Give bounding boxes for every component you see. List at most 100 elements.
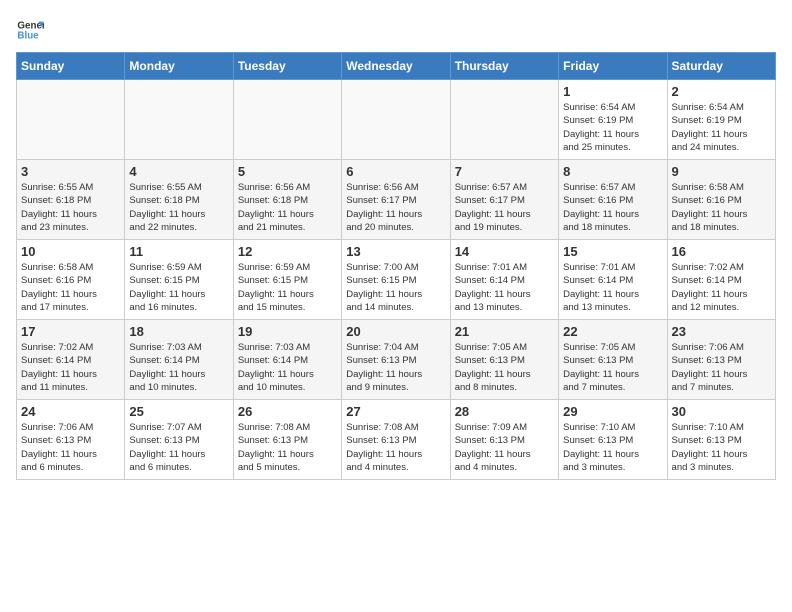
calendar-cell [233, 80, 341, 160]
day-number: 5 [238, 164, 337, 179]
day-info: Sunrise: 7:06 AM Sunset: 6:13 PM Dayligh… [21, 421, 120, 474]
day-info: Sunrise: 6:55 AM Sunset: 6:18 PM Dayligh… [129, 181, 228, 234]
calendar-week-5: 24 Sunrise: 7:06 AM Sunset: 6:13 PM Dayli… [17, 400, 776, 480]
col-header-saturday: Saturday [667, 53, 775, 80]
calendar-cell: 4 Sunrise: 6:55 AM Sunset: 6:18 PM Daylig… [125, 160, 233, 240]
day-info: Sunrise: 7:03 AM Sunset: 6:14 PM Dayligh… [129, 341, 228, 394]
day-number: 15 [563, 244, 662, 259]
day-info: Sunrise: 7:10 AM Sunset: 6:13 PM Dayligh… [563, 421, 662, 474]
day-info: Sunrise: 6:57 AM Sunset: 6:16 PM Dayligh… [563, 181, 662, 234]
col-header-friday: Friday [559, 53, 667, 80]
day-number: 17 [21, 324, 120, 339]
calendar-week-1: 1 Sunrise: 6:54 AM Sunset: 6:19 PM Daylig… [17, 80, 776, 160]
calendar-cell: 12Sunrise: 6:59 AM Sunset: 6:15 PM Dayli… [233, 240, 341, 320]
day-number: 1 [563, 84, 662, 99]
calendar-cell: 13Sunrise: 7:00 AM Sunset: 6:15 PM Dayli… [342, 240, 450, 320]
calendar-header: SundayMondayTuesdayWednesdayThursdayFrid… [17, 53, 776, 80]
calendar-cell: 15Sunrise: 7:01 AM Sunset: 6:14 PM Dayli… [559, 240, 667, 320]
calendar-cell [125, 80, 233, 160]
calendar-cell: 25 Sunrise: 7:07 AM Sunset: 6:13 PM Dayli… [125, 400, 233, 480]
calendar-cell: 2Sunrise: 6:54 AM Sunset: 6:19 PM Daylig… [667, 80, 775, 160]
day-number: 18 [129, 324, 228, 339]
calendar-cell: 29Sunrise: 7:10 AM Sunset: 6:13 PM Dayli… [559, 400, 667, 480]
col-header-thursday: Thursday [450, 53, 558, 80]
calendar-cell: 26Sunrise: 7:08 AM Sunset: 6:13 PM Dayli… [233, 400, 341, 480]
day-info: Sunrise: 6:54 AM Sunset: 6:19 PM Dayligh… [563, 101, 662, 154]
day-number: 9 [672, 164, 771, 179]
calendar-cell: 5 Sunrise: 6:56 AM Sunset: 6:18 PM Daylig… [233, 160, 341, 240]
calendar-cell: 27Sunrise: 7:08 AM Sunset: 6:13 PM Dayli… [342, 400, 450, 480]
day-info: Sunrise: 7:07 AM Sunset: 6:13 PM Dayligh… [129, 421, 228, 474]
calendar-cell: 14 Sunrise: 7:01 AM Sunset: 6:14 PM Dayli… [450, 240, 558, 320]
day-number: 16 [672, 244, 771, 259]
calendar-cell: 17 Sunrise: 7:02 AM Sunset: 6:14 PM Dayli… [17, 320, 125, 400]
day-info: Sunrise: 6:57 AM Sunset: 6:17 PM Dayligh… [455, 181, 554, 234]
day-info: Sunrise: 6:59 AM Sunset: 6:15 PM Dayligh… [238, 261, 337, 314]
logo: General Blue [16, 16, 44, 44]
day-number: 8 [563, 164, 662, 179]
day-number: 3 [21, 164, 120, 179]
calendar-cell: 8 Sunrise: 6:57 AM Sunset: 6:16 PM Daylig… [559, 160, 667, 240]
calendar-cell: 20 Sunrise: 7:04 AM Sunset: 6:13 PM Dayli… [342, 320, 450, 400]
day-number: 20 [346, 324, 445, 339]
day-info: Sunrise: 7:03 AM Sunset: 6:14 PM Dayligh… [238, 341, 337, 394]
calendar-week-2: 3 Sunrise: 6:55 AM Sunset: 6:18 PM Daylig… [17, 160, 776, 240]
calendar-cell [342, 80, 450, 160]
day-info: Sunrise: 6:56 AM Sunset: 6:18 PM Dayligh… [238, 181, 337, 234]
day-info: Sunrise: 7:01 AM Sunset: 6:14 PM Dayligh… [455, 261, 554, 314]
day-info: Sunrise: 7:09 AM Sunset: 6:13 PM Dayligh… [455, 421, 554, 474]
day-info: Sunrise: 6:58 AM Sunset: 6:16 PM Dayligh… [672, 181, 771, 234]
calendar-cell: 19 Sunrise: 7:03 AM Sunset: 6:14 PM Dayli… [233, 320, 341, 400]
calendar-cell: 23 Sunrise: 7:06 AM Sunset: 6:13 PM Dayli… [667, 320, 775, 400]
day-info: Sunrise: 6:55 AM Sunset: 6:18 PM Dayligh… [21, 181, 120, 234]
logo-icon: General Blue [16, 16, 44, 44]
page-header: General Blue [16, 16, 776, 44]
calendar-cell: 18 Sunrise: 7:03 AM Sunset: 6:14 PM Dayli… [125, 320, 233, 400]
day-info: Sunrise: 7:02 AM Sunset: 6:14 PM Dayligh… [672, 261, 771, 314]
calendar-cell: 28 Sunrise: 7:09 AM Sunset: 6:13 PM Dayli… [450, 400, 558, 480]
day-number: 30 [672, 404, 771, 419]
day-info: Sunrise: 7:00 AM Sunset: 6:15 PM Dayligh… [346, 261, 445, 314]
day-info: Sunrise: 7:10 AM Sunset: 6:13 PM Dayligh… [672, 421, 771, 474]
calendar-week-4: 17 Sunrise: 7:02 AM Sunset: 6:14 PM Dayli… [17, 320, 776, 400]
calendar-cell: 10 Sunrise: 6:58 AM Sunset: 6:16 PM Dayli… [17, 240, 125, 320]
calendar-cell: 11Sunrise: 6:59 AM Sunset: 6:15 PM Dayli… [125, 240, 233, 320]
col-header-monday: Monday [125, 53, 233, 80]
calendar-cell: 21Sunrise: 7:05 AM Sunset: 6:13 PM Dayli… [450, 320, 558, 400]
day-number: 24 [21, 404, 120, 419]
day-info: Sunrise: 7:04 AM Sunset: 6:13 PM Dayligh… [346, 341, 445, 394]
day-number: 7 [455, 164, 554, 179]
day-number: 14 [455, 244, 554, 259]
calendar-cell [17, 80, 125, 160]
calendar-week-3: 10 Sunrise: 6:58 AM Sunset: 6:16 PM Dayli… [17, 240, 776, 320]
calendar-cell: 7 Sunrise: 6:57 AM Sunset: 6:17 PM Daylig… [450, 160, 558, 240]
day-info: Sunrise: 7:02 AM Sunset: 6:14 PM Dayligh… [21, 341, 120, 394]
calendar-cell: 24 Sunrise: 7:06 AM Sunset: 6:13 PM Dayli… [17, 400, 125, 480]
day-number: 10 [21, 244, 120, 259]
day-info: Sunrise: 6:54 AM Sunset: 6:19 PM Dayligh… [672, 101, 771, 154]
day-number: 25 [129, 404, 228, 419]
calendar-table: SundayMondayTuesdayWednesdayThursdayFrid… [16, 52, 776, 480]
calendar-cell: 3 Sunrise: 6:55 AM Sunset: 6:18 PM Daylig… [17, 160, 125, 240]
day-info: Sunrise: 7:05 AM Sunset: 6:13 PM Dayligh… [563, 341, 662, 394]
day-number: 23 [672, 324, 771, 339]
calendar-cell: 22 Sunrise: 7:05 AM Sunset: 6:13 PM Dayli… [559, 320, 667, 400]
calendar-cell: 9 Sunrise: 6:58 AM Sunset: 6:16 PM Daylig… [667, 160, 775, 240]
calendar-cell: 16 Sunrise: 7:02 AM Sunset: 6:14 PM Dayli… [667, 240, 775, 320]
day-number: 19 [238, 324, 337, 339]
day-number: 11 [129, 244, 228, 259]
day-info: Sunrise: 6:58 AM Sunset: 6:16 PM Dayligh… [21, 261, 120, 314]
day-number: 22 [563, 324, 662, 339]
day-number: 6 [346, 164, 445, 179]
col-header-tuesday: Tuesday [233, 53, 341, 80]
day-number: 4 [129, 164, 228, 179]
col-header-sunday: Sunday [17, 53, 125, 80]
day-number: 28 [455, 404, 554, 419]
day-info: Sunrise: 7:06 AM Sunset: 6:13 PM Dayligh… [672, 341, 771, 394]
col-header-wednesday: Wednesday [342, 53, 450, 80]
day-info: Sunrise: 7:08 AM Sunset: 6:13 PM Dayligh… [346, 421, 445, 474]
calendar-cell: 30 Sunrise: 7:10 AM Sunset: 6:13 PM Dayli… [667, 400, 775, 480]
day-info: Sunrise: 7:05 AM Sunset: 6:13 PM Dayligh… [455, 341, 554, 394]
day-number: 26 [238, 404, 337, 419]
calendar-cell [450, 80, 558, 160]
